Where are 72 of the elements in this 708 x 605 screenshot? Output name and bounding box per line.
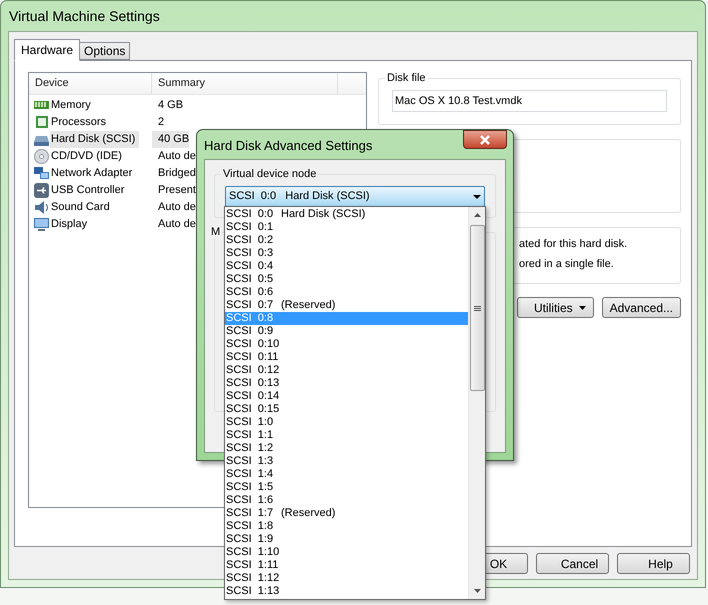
list-option[interactable]: SCSI 0:2	[225, 234, 468, 247]
device-summary: 40 GB	[152, 131, 190, 148]
info-text: ored in a single file.	[518, 257, 615, 271]
list-option[interactable]: SCSI 0:9	[225, 325, 468, 338]
device-summary: Auto de	[157, 217, 196, 232]
list-option[interactable]: SCSI 1:2	[225, 442, 468, 455]
list-option[interactable]: SCSI 1:13	[225, 585, 468, 598]
device-name[interactable]: Hard Disk (SCSI)	[50, 131, 140, 148]
speaker-icon	[33, 199, 50, 216]
list-option[interactable]: SCSI 1:9	[225, 533, 468, 546]
device-summary: 4 GB	[157, 98, 184, 114]
device-summary: Bridged	[157, 166, 196, 182]
list-option[interactable]: SCSI 1:8	[225, 520, 468, 533]
disc-icon	[33, 148, 50, 165]
device-name[interactable]: Display	[50, 216, 92, 233]
dialog-title: Hard Disk Advanced Settings	[204, 136, 372, 155]
list-option[interactable]: SCSI 0:3	[225, 247, 468, 260]
list-option[interactable]: SCSI 1:7 (Reserved)	[225, 507, 468, 520]
list-option[interactable]: SCSI 0:10	[225, 338, 468, 351]
column-header[interactable]: Device	[29, 73, 152, 94]
panel-button[interactable]: Advanced...	[602, 297, 681, 318]
grip-icon	[474, 306, 480, 310]
close-button[interactable]	[463, 130, 507, 149]
device-name[interactable]: CD/DVD (IDE)	[50, 148, 126, 165]
window-title: Virtual Machine Settings	[8, 6, 161, 26]
device-summary: Auto de	[157, 200, 196, 216]
list-option[interactable]: SCSI 0:5	[225, 273, 468, 286]
device-summary: Present	[157, 183, 196, 198]
scroll-up-icon	[474, 213, 480, 217]
monitor-icon	[33, 216, 50, 233]
list-option[interactable]: SCSI 1:3	[225, 455, 468, 468]
list-option[interactable]: SCSI 0:15	[225, 403, 468, 416]
list-option[interactable]: SCSI 1:0	[225, 416, 468, 429]
panel-button[interactable]: Utilities	[516, 297, 594, 318]
caret-icon	[578, 306, 586, 310]
close-icon	[480, 134, 490, 144]
device-name[interactable]: Memory	[50, 97, 95, 114]
device-name[interactable]: Network Adapter	[50, 165, 136, 182]
group-label: M	[210, 225, 222, 239]
device-summary: 2	[157, 115, 164, 130]
device-name[interactable]: Processors	[50, 114, 110, 131]
device-node-dropdown[interactable]: SCSI 0:0 Hard Disk (SCSI)	[225, 186, 485, 207]
list-option[interactable]: SCSI 1:12	[225, 572, 468, 585]
list-option[interactable]: SCSI 1:4	[225, 468, 468, 481]
chip-icon	[33, 114, 50, 131]
caret-icon	[473, 194, 481, 198]
list-option[interactable]: SCSI 0:12	[225, 364, 468, 377]
file-name-field[interactable]: Mac OS X 10.8 Test.vmdk	[392, 90, 667, 112]
tab[interactable]: Hardware	[14, 39, 80, 61]
list-option[interactable]: SCSI 1:6	[225, 494, 468, 507]
scrollbar[interactable]	[468, 207, 485, 599]
device-name[interactable]: Sound Card	[50, 199, 114, 216]
list-option[interactable]: SCSI 0:0 Hard Disk (SCSI)	[225, 208, 468, 221]
device-name[interactable]: USB Controller	[50, 182, 128, 199]
tab[interactable]: Options	[80, 42, 130, 60]
dialog-button[interactable]: Cancel	[536, 553, 609, 574]
list-option[interactable]: SCSI 0:11	[225, 351, 468, 364]
list-option[interactable]: SCSI 0:7 (Reserved)	[225, 299, 468, 312]
usb-icon	[33, 182, 50, 199]
list-option[interactable]: SCSI 0:14	[225, 390, 468, 403]
list-option[interactable]: SCSI 0:13	[225, 377, 468, 390]
device-summary: Auto de	[157, 149, 196, 164]
network-icon	[33, 165, 50, 182]
info-text: ated for this hard disk.	[518, 237, 628, 251]
list-option[interactable]: SCSI 1:1	[225, 429, 468, 442]
dialog-button[interactable]: Help	[617, 553, 690, 574]
list-option[interactable]: SCSI 0:6	[225, 286, 468, 299]
list-option[interactable]: SCSI 0:4	[225, 260, 468, 273]
list-option[interactable]: SCSI 0:1	[225, 221, 468, 234]
column-header[interactable]: Summary	[152, 73, 338, 94]
list-option[interactable]: SCSI 1:5	[225, 481, 468, 494]
scroll-thumb[interactable]	[470, 225, 484, 391]
